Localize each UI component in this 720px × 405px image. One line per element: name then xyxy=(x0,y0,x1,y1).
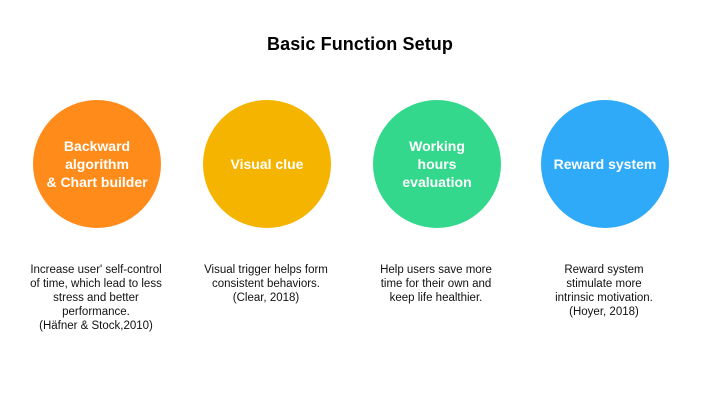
feature-description: Reward system stimulate more intrinsic m… xyxy=(555,264,653,318)
feature-circle-working-hours: Working hours evaluation xyxy=(373,100,501,228)
feature-circle-backward-algorithm: Backward algorithm & Chart builder xyxy=(33,100,161,228)
feature-circle-reward-system: Reward system xyxy=(541,100,669,228)
feature-card-visual-clue: Visual clue Visual trigger helps form co… xyxy=(181,100,351,360)
feature-card-backward-algorithm: Backward algorithm & Chart builder Incre… xyxy=(11,100,181,360)
feature-title: Visual clue xyxy=(230,156,304,172)
feature-description: Visual trigger helps form consistent beh… xyxy=(204,264,328,304)
feature-description: Help users save more time for their own … xyxy=(380,264,492,304)
feature-circle-visual-clue: Visual clue xyxy=(203,100,331,228)
feature-title: Backward algorithm & Chart builder xyxy=(46,138,148,190)
feature-card-reward-system: Reward system Reward system stimulate mo… xyxy=(519,100,689,360)
feature-title: Working hours evaluation xyxy=(402,138,472,190)
feature-title: Reward system xyxy=(553,156,657,172)
feature-card-working-hours: Working hours evaluation Help users save… xyxy=(351,100,521,360)
feature-description: Increase user' self-control of time, whi… xyxy=(30,264,162,332)
page-title: Basic Function Setup xyxy=(266,34,454,54)
